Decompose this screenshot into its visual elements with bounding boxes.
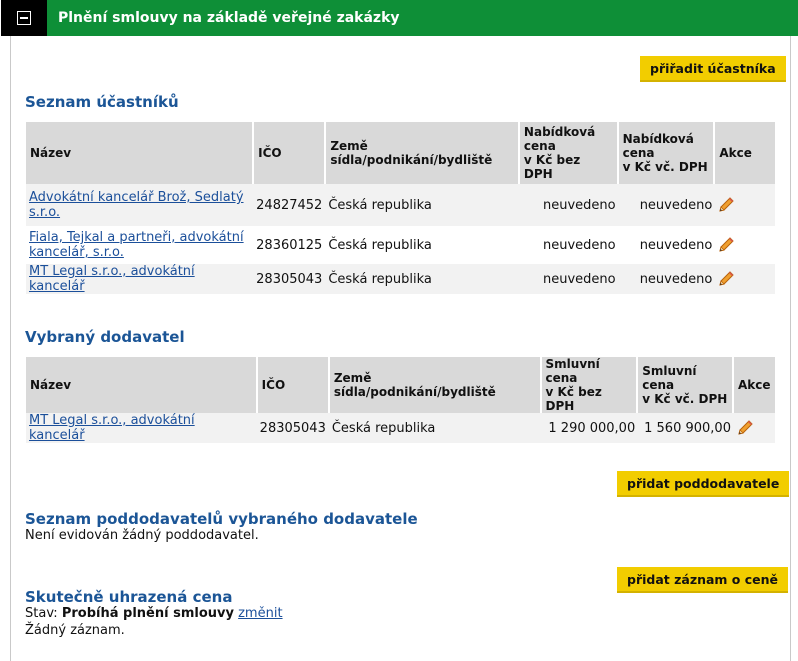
col-contract-price-excl: Smluvní cena v Kč bez DPH: [540, 357, 639, 413]
col-offer-price-incl: Nabídková cena v Kč vč. DPH: [617, 122, 716, 184]
country-cell: Česká republika: [328, 413, 541, 443]
panel-title: Plnění smlouvy na základě veřejné zakázk…: [47, 0, 798, 36]
col-offer-price-excl: Nabídková cena v Kč bez DPH: [518, 122, 619, 184]
col-country: Země sídla/podnikání/bydliště: [328, 357, 542, 413]
col-contract-price-incl: Smluvní cena v Kč vč. DPH: [637, 357, 734, 413]
name-cell: MT Legal s.r.o., advokátní kancelář: [26, 413, 257, 443]
actions-cell: [714, 184, 775, 226]
supplier-table: Název IČO Země sídla/podnikání/bydliště …: [26, 357, 775, 443]
actions-cell: [732, 413, 775, 443]
add-price-record-button[interactable]: přidat záznam o ceně: [617, 567, 789, 593]
ico-cell: 28305043: [256, 413, 329, 443]
price-title: Skutečně uhrazená cena: [25, 588, 233, 606]
col-actions: Akce: [714, 122, 775, 184]
add-subcontractor-button[interactable]: přidat poddodavatele: [617, 471, 790, 497]
ico-cell: 28360125: [256, 237, 323, 253]
participant-name-link[interactable]: Fiala, Tejkal a partneři, advokátní kanc…: [29, 230, 244, 260]
ico-cell: 24827452: [253, 184, 326, 226]
price-status-line: Stav: Probíhá plnění smlouvy změnit: [25, 606, 283, 621]
price-incl-cell: neuvedeno: [639, 237, 713, 253]
panel-header: Plnění smlouvy na základě veřejné zakázk…: [1, 0, 798, 36]
minus-icon: [17, 11, 31, 25]
participants-table: Název IČO Země sídla/podnikání/bydliště N…: [26, 122, 775, 294]
price-excl-cell: neuvedeno: [518, 184, 618, 226]
subcontractors-empty-text: Není evidován žádný poddodavatel.: [25, 528, 259, 543]
assign-participant-button[interactable]: přiřadit účastníka: [640, 56, 786, 82]
table-row: Fiala, Tejkal a partneři, advokátní kanc…: [26, 226, 775, 264]
price-incl-cell: neuvedeno: [617, 264, 715, 294]
col-ico: IČO: [256, 357, 330, 413]
col-name: Název: [26, 122, 255, 184]
col-country: Země sídla/podnikání/bydliště: [325, 122, 520, 184]
country-cell: Česká republika: [328, 237, 432, 253]
col-ico: IČO: [253, 122, 327, 184]
pencil-icon[interactable]: [717, 236, 735, 254]
status-value: Probíhá plnění smlouvy: [61, 606, 234, 621]
col-actions: Akce: [732, 357, 775, 413]
price-excl-cell: neuvedeno: [542, 237, 616, 253]
pencil-icon[interactable]: [736, 419, 754, 437]
actions-cell: [714, 264, 775, 294]
actions-cell: [714, 226, 775, 264]
table-row: Advokátní kancelář Brož, Sedlatý s.r.o. 2…: [26, 184, 775, 226]
name-cell: Fiala, Tejkal a partneři, advokátní kanc…: [26, 226, 253, 264]
table-row: MT Legal s.r.o., advokátní kancelář 28305…: [26, 264, 775, 294]
status-label: Stav:: [25, 606, 58, 621]
price-excl-cell: neuvedeno: [518, 264, 618, 294]
price-empty-text: Žádný záznam.: [25, 623, 125, 638]
participant-name-link[interactable]: MT Legal s.r.o., advokátní kancelář: [29, 264, 195, 294]
collapse-toggle[interactable]: [1, 0, 47, 36]
participants-title: Seznam účastníků: [25, 93, 179, 111]
name-cell: MT Legal s.r.o., advokátní kancelář: [26, 264, 254, 294]
participant-name-link[interactable]: MT Legal s.r.o., advokátní kancelář: [29, 413, 195, 443]
col-name: Název: [26, 357, 258, 413]
pencil-icon[interactable]: [717, 270, 735, 288]
price-incl-cell: 1 560 900,00: [637, 413, 733, 443]
price-incl-cell: neuvedeno: [617, 184, 715, 226]
name-cell: Advokátní kancelář Brož, Sedlatý s.r.o.: [26, 184, 254, 226]
change-status-link[interactable]: změnit: [238, 606, 282, 621]
contract-panel: Plnění smlouvy na základě veřejné zakázk…: [1, 0, 798, 661]
country-cell: Česká republika: [325, 184, 519, 226]
supplier-title: Vybraný dodavatel: [25, 328, 185, 346]
ico-cell: 28305043: [253, 264, 326, 294]
price-excl-cell: 1 290 000,00: [540, 413, 638, 443]
subcontractors-title: Seznam poddodavatelů vybraného dodavatel…: [25, 510, 418, 528]
country-cell: Česká republika: [325, 264, 519, 294]
participant-name-link[interactable]: Advokátní kancelář Brož, Sedlatý s.r.o.: [29, 190, 244, 220]
table-row: MT Legal s.r.o., advokátní kancelář 28305…: [26, 413, 775, 443]
pencil-icon[interactable]: [717, 196, 735, 214]
